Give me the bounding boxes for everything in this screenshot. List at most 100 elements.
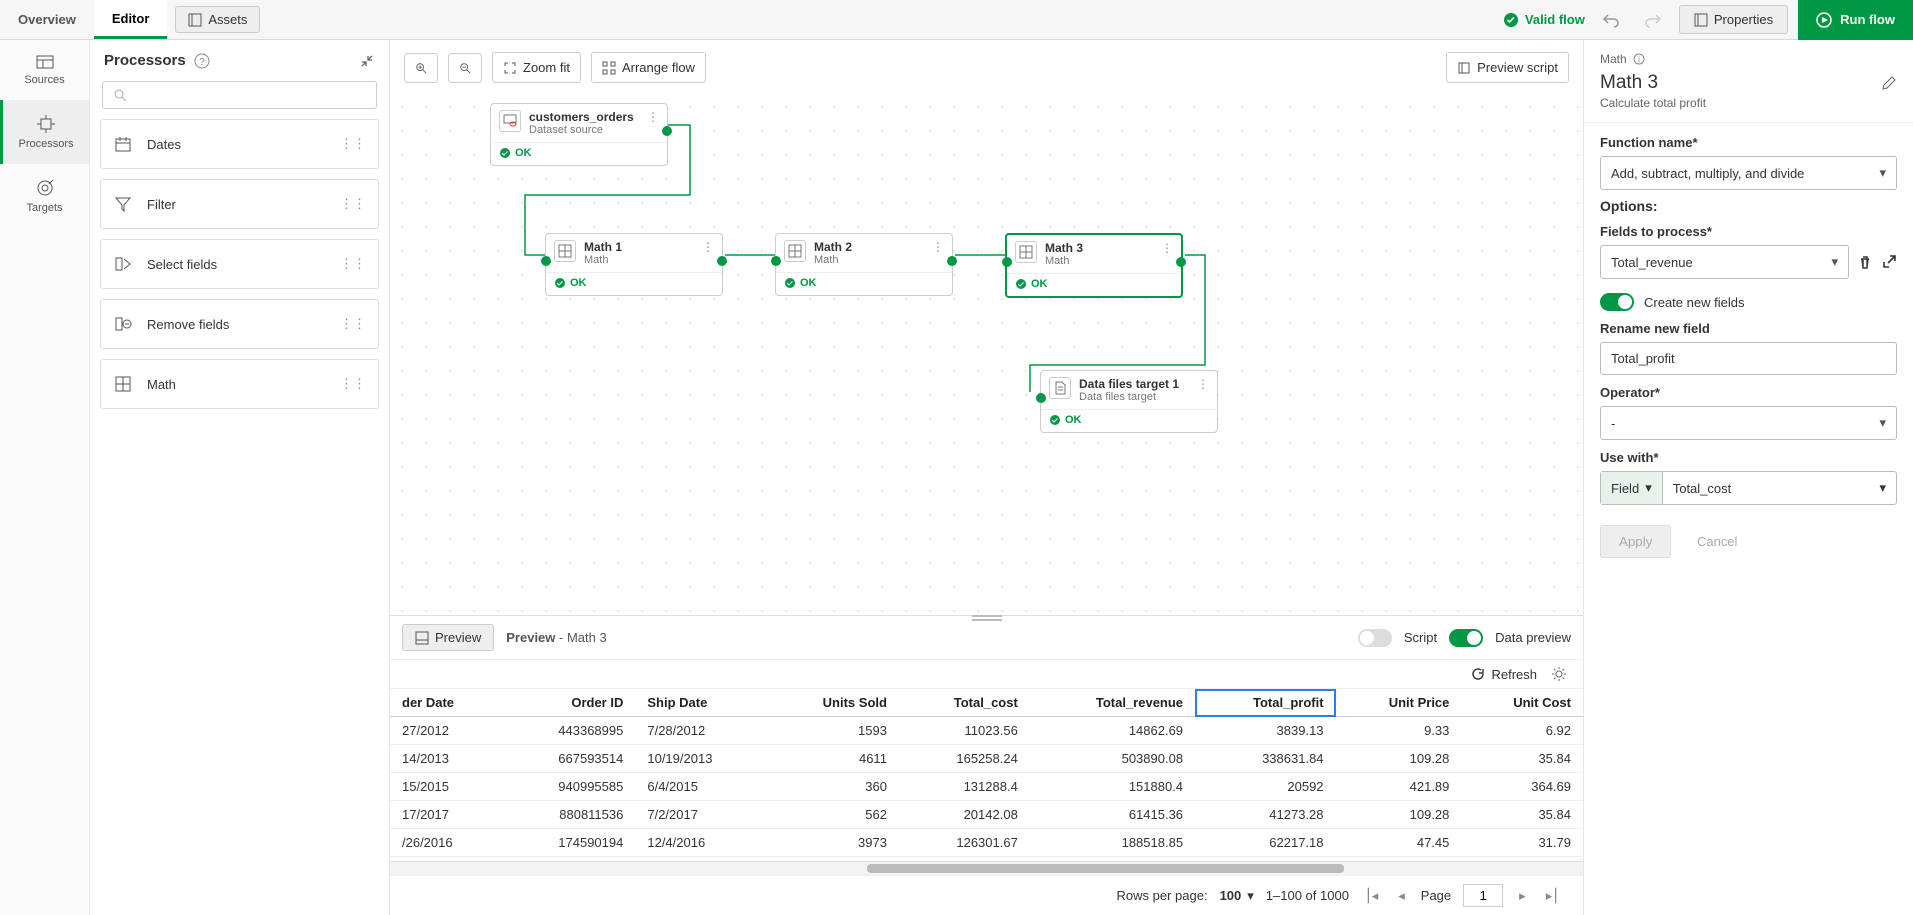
node-customers-orders[interactable]: customers_ordersDataset source⋮ OK: [490, 103, 668, 166]
column-header[interactable]: der Date: [390, 689, 503, 717]
sidenav-targets[interactable]: Targets: [0, 164, 89, 228]
play-icon: [1816, 12, 1832, 28]
preview-panel: Preview Preview - Math 3 Script Data pre…: [390, 615, 1583, 915]
svg-text:?: ?: [199, 57, 205, 68]
node-math-2[interactable]: Math 2Math⋮ OK: [775, 233, 953, 296]
processor-dates[interactable]: Dates⋮⋮: [100, 119, 379, 169]
canvas-toolbar: Zoom fit Arrange flow Preview script: [390, 40, 1583, 95]
tab-overview[interactable]: Overview: [0, 0, 94, 39]
settings-icon[interactable]: [1551, 666, 1567, 682]
node-menu-icon[interactable]: ⋮: [1161, 241, 1173, 255]
create-new-fields-toggle[interactable]: [1600, 293, 1634, 311]
apply-button[interactable]: Apply: [1600, 525, 1671, 558]
help-icon[interactable]: ?: [194, 53, 210, 69]
column-header[interactable]: Unit Cost: [1461, 689, 1583, 717]
data-table: der DateOrder IDShip DateUnits SoldTotal…: [390, 689, 1583, 857]
table-row[interactable]: 14/201366759351410/19/20134611165258.245…: [390, 745, 1583, 773]
sidenav-sources[interactable]: Sources: [0, 40, 89, 100]
fields-to-process-select[interactable]: Total_revenue▾: [1600, 245, 1849, 279]
processor-select-fields[interactable]: Select fields⋮⋮: [100, 239, 379, 289]
drag-handle-icon: ⋮⋮: [340, 256, 366, 272]
last-page-button[interactable]: ▸⎮: [1542, 888, 1563, 904]
processor-math[interactable]: Math⋮⋮: [100, 359, 379, 409]
drag-handle-icon: ⋮⋮: [340, 376, 366, 392]
data-preview-toggle[interactable]: [1449, 629, 1483, 647]
column-header[interactable]: Total_profit: [1195, 689, 1335, 717]
flow-canvas[interactable]: customers_ordersDataset source⋮ OK Math …: [390, 95, 1583, 615]
table-row[interactable]: 27/20124433689957/28/2012159311023.56148…: [390, 717, 1583, 745]
targets-icon: [35, 178, 55, 198]
cancel-button[interactable]: Cancel: [1687, 526, 1747, 557]
run-flow-button[interactable]: Run flow: [1798, 0, 1913, 40]
refresh-button[interactable]: Refresh: [1471, 667, 1537, 682]
panel-title: Math 3: [1600, 72, 1897, 94]
edit-icon[interactable]: [1881, 75, 1897, 91]
drag-handle-icon: ⋮⋮: [340, 316, 366, 332]
properties-button[interactable]: Properties: [1679, 5, 1788, 34]
node-menu-icon[interactable]: ⋮: [1197, 377, 1209, 391]
arrange-flow-button[interactable]: Arrange flow: [591, 52, 706, 83]
rows-per-page-select[interactable]: 100 ▾: [1220, 888, 1254, 904]
math-icon: [114, 375, 132, 393]
file-icon: [1053, 381, 1067, 395]
node-menu-icon[interactable]: ⋮: [647, 110, 659, 124]
processor-filter[interactable]: Filter⋮⋮: [100, 179, 379, 229]
page-range: 1–100 of 1000: [1266, 888, 1349, 903]
expand-icon[interactable]: [1881, 254, 1897, 270]
dataset-icon: [503, 114, 517, 128]
assets-button[interactable]: Assets: [175, 6, 260, 33]
calendar-icon: [114, 135, 132, 153]
sources-icon: [35, 54, 55, 70]
sidenav-processors[interactable]: Processors: [0, 100, 89, 164]
preview-script-button[interactable]: Preview script: [1446, 52, 1569, 83]
collapse-panel-icon[interactable]: [359, 53, 375, 69]
undo-button[interactable]: [1595, 4, 1627, 36]
delete-icon[interactable]: [1857, 254, 1873, 270]
zoom-out-button[interactable]: [448, 53, 482, 83]
column-header[interactable]: Order ID: [503, 689, 635, 717]
preview-button[interactable]: Preview: [402, 624, 494, 651]
script-icon: [1457, 61, 1471, 75]
topbar: Overview Editor Assets Valid flow Proper…: [0, 0, 1913, 40]
column-header[interactable]: Ship Date: [635, 689, 767, 717]
page-input[interactable]: [1463, 884, 1503, 907]
info-icon[interactable]: i: [1633, 53, 1645, 65]
search-icon: [113, 88, 127, 102]
chevron-down-icon: ▾: [1879, 415, 1886, 431]
chevron-down-icon: ▾: [1879, 165, 1886, 181]
function-name-label: Function name*: [1600, 135, 1897, 150]
script-label: Script: [1404, 630, 1437, 645]
node-menu-icon[interactable]: ⋮: [932, 240, 944, 254]
sidenav: Sources Processors Targets: [0, 40, 90, 915]
chevron-down-icon: ▾: [1879, 480, 1886, 496]
tab-editor[interactable]: Editor: [94, 0, 168, 39]
script-toggle[interactable]: [1358, 629, 1392, 647]
arrange-icon: [602, 61, 616, 75]
function-name-select[interactable]: Add, subtract, multiply, and divide▾: [1600, 156, 1897, 190]
horizontal-scrollbar[interactable]: [390, 861, 1583, 875]
column-header[interactable]: Units Sold: [768, 689, 899, 717]
zoom-fit-button[interactable]: Zoom fit: [492, 52, 581, 83]
operator-select[interactable]: -▾: [1600, 406, 1897, 440]
node-math-1[interactable]: Math 1Math⋮ OK: [545, 233, 723, 296]
search-input[interactable]: [102, 81, 377, 109]
node-data-files-target[interactable]: Data files target 1Data files target⋮ OK: [1040, 370, 1218, 433]
table-row[interactable]: 15/20159409955856/4/2015360131288.415188…: [390, 773, 1583, 801]
first-page-button[interactable]: ⎮◂: [1361, 888, 1382, 904]
column-header[interactable]: Total_cost: [899, 689, 1030, 717]
use-with-select[interactable]: Field▾ Total_cost▾: [1600, 471, 1897, 505]
zoom-in-button[interactable]: [404, 53, 438, 83]
rename-new-field-input[interactable]: Total_profit: [1600, 342, 1897, 375]
column-header[interactable]: Total_revenue: [1030, 689, 1195, 717]
table-row[interactable]: 17/20178808115367/2/201756220142.0861415…: [390, 801, 1583, 829]
redo-button[interactable]: [1637, 4, 1669, 36]
next-page-button[interactable]: ▸: [1515, 888, 1530, 904]
node-math-3[interactable]: Math 3Math⋮ OK: [1005, 233, 1183, 298]
column-header[interactable]: Unit Price: [1336, 689, 1462, 717]
prev-page-button[interactable]: ◂: [1394, 888, 1409, 904]
properties-panel: Mathi Math 3 Calculate total profit Func…: [1583, 40, 1913, 915]
node-menu-icon[interactable]: ⋮: [702, 240, 714, 254]
valid-flow-status: Valid flow: [1503, 12, 1585, 28]
processor-remove-fields[interactable]: Remove fields⋮⋮: [100, 299, 379, 349]
table-row[interactable]: /26/201617459019412/4/20163973126301.671…: [390, 829, 1583, 857]
